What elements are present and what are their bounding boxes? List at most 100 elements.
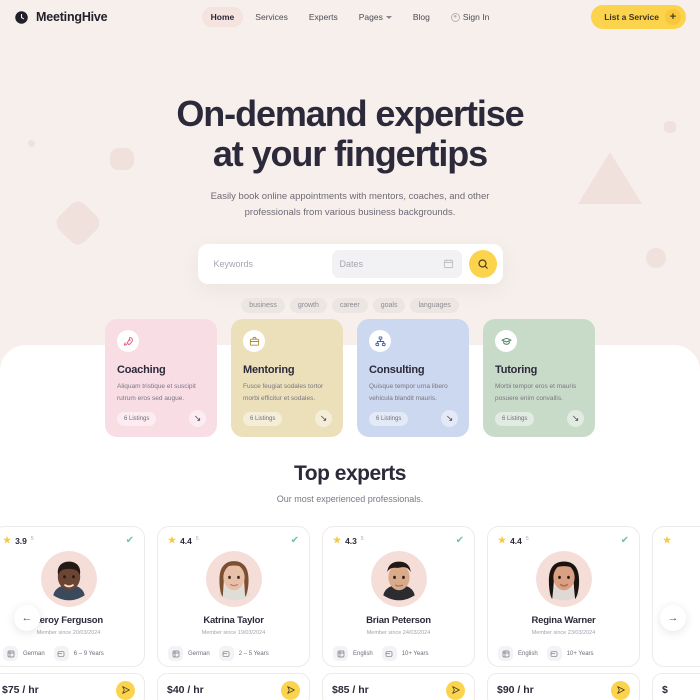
search-icon: [477, 259, 488, 269]
rating: ★ 3.9 5: [3, 536, 34, 547]
brand-logo[interactable]: MeetingHive: [14, 10, 108, 25]
service-card-tutoring[interactable]: Tutoring Morbi tempor eros et mauris pos…: [483, 319, 595, 437]
expert-meta: English 10+ Years: [333, 646, 464, 661]
list-a-service-label: List a Service: [604, 12, 659, 22]
expert-experience-label: 10+ Years: [401, 650, 429, 657]
search-keywords-input[interactable]: Keywords: [214, 259, 332, 269]
calendar-icon: [443, 259, 453, 269]
expert-language: English: [498, 646, 538, 661]
nav-label: Services: [255, 12, 288, 22]
expert-card-body: ★ 4.4 5 ✔ Katrina Taylor Member since 19…: [157, 526, 310, 667]
expert-member-since: Member since 19/03/2024: [201, 630, 266, 636]
language-icon: [498, 646, 513, 661]
expert-experience-label: 2 – 5 Years: [238, 650, 269, 657]
nav-item-home[interactable]: Home: [201, 7, 244, 27]
rating-max: 5: [30, 536, 34, 542]
service-card-mentoring[interactable]: Mentoring Fusce feugiat sodales tortor m…: [231, 319, 343, 437]
book-button[interactable]: [446, 680, 465, 700]
arrow-down-right-icon[interactable]: ↘: [315, 410, 332, 427]
expert-meta: English 10+ Years: [498, 646, 629, 661]
rating: ★ 4.4 5: [168, 536, 199, 547]
expert-card[interactable]: ★ 4.3 5 ✔ Brian Peterson Member since 24…: [322, 526, 475, 700]
expert-card-body: ★ 3.9 5 ✔ Leroy Ferguson Member since 20…: [0, 526, 145, 667]
verified-badge-icon: ✔: [290, 535, 299, 546]
expert-language: German: [3, 646, 45, 661]
expert-price: $85 / hr: [332, 684, 369, 696]
expert-card[interactable]: ★ 4.4 5 ✔ Katrina Taylor Member since 19…: [157, 526, 310, 700]
expert-experience: 2 – 5 Years: [218, 646, 269, 661]
tag-business[interactable]: business: [241, 297, 285, 313]
nav-item-pages[interactable]: Pages: [350, 7, 401, 27]
rating: ★ 4.4 5: [498, 536, 529, 547]
expert-price: $40 / hr: [167, 684, 204, 696]
service-card-consulting[interactable]: Consulting Quisque tempor urna libero ve…: [357, 319, 469, 437]
arrow-down-right-icon[interactable]: ↘: [441, 410, 458, 427]
rating-value: 4.3: [345, 536, 357, 546]
carousel-next-button[interactable]: →: [660, 605, 686, 631]
site-header: MeetingHive Home Services Experts Pages …: [0, 0, 700, 34]
book-button[interactable]: [116, 680, 135, 700]
expert-experience-label: 6 – 9 Years: [73, 650, 104, 657]
service-listings-count: 6 Listings: [369, 411, 409, 426]
expert-price: $: [662, 684, 668, 696]
nav-item-services[interactable]: Services: [246, 7, 297, 27]
rating: ★ 4.3 5: [333, 536, 364, 547]
expert-member-since: Member since 20/03/2024: [36, 630, 101, 636]
book-button[interactable]: [611, 680, 630, 700]
expert-card-body: ★: [652, 526, 700, 667]
avatar: [535, 551, 592, 607]
service-title: Consulting: [369, 364, 425, 376]
search-submit-button[interactable]: [468, 249, 497, 278]
nav-label: Sign In: [462, 12, 490, 22]
book-button[interactable]: [281, 680, 300, 700]
expert-card[interactable]: ★ 4.4 5 ✔ Regina Warner Member since 23/…: [487, 526, 640, 700]
arrow-down-right-icon[interactable]: ↘: [189, 410, 206, 427]
rating-value: 3.9: [15, 536, 27, 546]
clock-icon: [14, 10, 29, 25]
send-icon: [286, 686, 295, 694]
service-description: Fusce feugiat sodales tortor morbi effic…: [243, 383, 324, 403]
expert-card-topbar: ★ 4.4 5 ✔: [498, 536, 629, 547]
list-a-service-button[interactable]: List a Service +: [591, 5, 686, 29]
plus-icon: +: [665, 9, 681, 25]
expert-experience: 10+ Years: [381, 646, 429, 661]
experts-subtitle: Our most experienced professionals.: [276, 494, 424, 504]
expert-language-label: German: [188, 650, 210, 657]
expert-price: $75 / hr: [2, 684, 39, 696]
tag-growth[interactable]: growth: [289, 297, 327, 313]
expert-card-topbar: ★ 4.4 5 ✔: [168, 535, 299, 547]
expert-language: German: [168, 646, 210, 661]
verified-badge-icon: ✔: [125, 535, 134, 546]
expert-language: English: [333, 646, 373, 661]
expert-card-body: ★ 4.3 5 ✔ Brian Peterson Member since 24…: [322, 526, 475, 667]
nav-item-sign-in[interactable]: ● Sign In: [442, 7, 498, 27]
user-circle-icon: ●: [450, 12, 460, 22]
experience-icon: [218, 646, 234, 661]
tag-career[interactable]: career: [331, 297, 368, 313]
service-footer: 6 Listings ↘: [243, 410, 332, 427]
expert-member-since: Member since 24/03/2024: [366, 630, 431, 636]
avatar: [370, 551, 427, 607]
expert-price: $90 / hr: [497, 684, 534, 696]
deco-circle-right: [646, 248, 666, 268]
suggested-tags: business growth career goals languages: [0, 297, 700, 313]
page-title: On-demand expertise at your fingertips: [0, 93, 700, 175]
nav-item-experts[interactable]: Experts: [300, 7, 347, 27]
send-icon: [451, 686, 460, 694]
arrow-down-right-icon[interactable]: ↘: [567, 410, 584, 427]
rating-max: 5: [360, 536, 364, 542]
expert-card-topbar: ★ 4.3 5 ✔: [333, 536, 464, 547]
hero-subtitle-line2: professionals from various business back…: [244, 207, 456, 219]
expert-language-label: German: [23, 650, 45, 657]
search-dates-input[interactable]: Dates: [331, 249, 462, 278]
nav-item-blog[interactable]: Blog: [404, 7, 439, 27]
experts-title: Top experts: [294, 462, 406, 485]
service-card-coaching[interactable]: Coaching Aliquam tristique et suscipit r…: [105, 319, 217, 437]
hero-section: On-demand expertise at your fingertips E…: [0, 34, 700, 222]
briefcase-icon: [243, 330, 265, 352]
tag-languages[interactable]: languages: [410, 297, 459, 313]
send-icon: [616, 686, 625, 694]
tag-goals[interactable]: goals: [372, 297, 406, 313]
service-description: Aliquam tristique et suscipit rutrum ero…: [117, 383, 196, 403]
carousel-prev-button[interactable]: ←: [14, 605, 40, 631]
